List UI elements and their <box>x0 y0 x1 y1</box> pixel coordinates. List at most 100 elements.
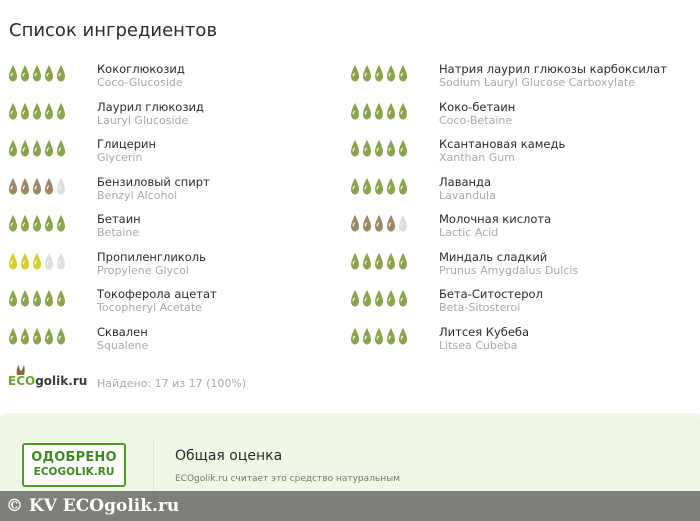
ingredients-column-right: Натрия лаурил глюкозы карбоксилат Sodium … <box>350 62 680 362</box>
drop-icon <box>362 327 372 345</box>
drop-icon <box>8 65 18 82</box>
drop-icon <box>374 65 384 82</box>
drop-icon <box>362 290 372 307</box>
ingredient-item[interactable]: Лаванда Lavandula <box>350 175 680 213</box>
drop-icon <box>350 290 360 307</box>
drop-icon <box>350 177 360 195</box>
rating-drops <box>350 327 408 345</box>
drop-icon <box>386 290 396 307</box>
drop-icon <box>32 252 42 270</box>
ingredient-name: Молочная кислота <box>439 212 552 226</box>
drop-icon <box>8 177 18 195</box>
page-title: Список ингредиентов <box>9 20 218 41</box>
ingredient-latin-name: Squalene <box>97 338 149 352</box>
drop-icon <box>44 327 54 345</box>
drop-icon <box>20 177 30 195</box>
ingredient-latin-name: Beta-Sitosterol <box>439 301 521 314</box>
ingredient-name: Лаурил глюкозид <box>97 99 204 114</box>
ingredient-item[interactable]: Молочная кислота Lactic Acid <box>350 212 680 250</box>
logo-rest: golik.ru <box>35 374 88 388</box>
ingredient-latin-name: Coco-Betaine <box>439 113 513 127</box>
rating-drops <box>350 140 408 157</box>
rating-drops <box>8 177 66 195</box>
drop-icon <box>32 177 42 195</box>
drop-icon <box>350 252 360 270</box>
drop-icon <box>20 102 30 120</box>
rating-drops <box>8 290 66 307</box>
rating-drops <box>350 290 408 307</box>
rating-drops <box>8 252 66 270</box>
drop-icon <box>56 327 66 345</box>
drop-icon <box>398 102 408 120</box>
ingredient-name: Бета-Ситостерол <box>439 287 543 301</box>
ingredient-latin-name: Lauryl Glucoside <box>97 113 189 127</box>
rating-drops <box>8 215 66 232</box>
ingredient-latin-name: Lactic Acid <box>439 226 499 239</box>
ingredient-item[interactable]: Литсея Кубеба Litsea Cubeba <box>350 325 680 363</box>
logo-wordmark: ECOgolik.ru <box>8 374 87 388</box>
ingredient-item[interactable]: Токоферола ацетат Tocopheryl Acetate <box>8 287 338 325</box>
drop-icon <box>374 102 384 120</box>
rating-drops <box>8 65 66 82</box>
rating-drops <box>350 177 408 195</box>
ecogolik-logo[interactable]: ECOgolik.ru <box>8 364 88 394</box>
ingredient-latin-name: Tocopheryl Acetate <box>97 301 202 314</box>
drop-icon <box>374 177 384 195</box>
ingredient-name: Сквален <box>97 324 148 339</box>
drop-icon <box>362 102 372 120</box>
drop-icon <box>350 215 360 232</box>
ingredient-latin-name: Propylene Glycol <box>97 263 189 277</box>
drop-icon <box>32 290 42 307</box>
ingredient-item[interactable]: Бета-Ситостерол Beta-Sitosterol <box>350 287 680 325</box>
ingredient-item[interactable]: Лаурил глюкозид Lauryl Glucoside <box>8 100 338 138</box>
overall-description: ECOgolik.ru считает это средство натурал… <box>175 474 400 484</box>
drop-icon <box>386 140 396 157</box>
overall-title: Общая оценка <box>175 448 283 464</box>
drop-icon <box>386 327 396 345</box>
drop-icon <box>350 327 360 345</box>
drop-icon <box>44 102 54 120</box>
ingredients-column-left: Кокоглюкозид Coco-Glucoside Лаурил глюкози… <box>8 62 338 362</box>
ingredient-item[interactable]: Кокоглюкозид Coco-Glucoside <box>8 62 338 100</box>
drop-icon <box>56 177 66 195</box>
ingredient-item[interactable]: Пропиленгликоль Propylene Glycol <box>8 250 338 288</box>
ingredient-item[interactable]: Миндаль сладкий Prunus Amygdalus Dulcis <box>350 250 680 288</box>
drop-icon <box>8 215 18 232</box>
drop-icon <box>56 140 66 157</box>
ingredient-item[interactable]: Сквален Squalene <box>8 325 338 363</box>
drop-icon <box>8 327 18 345</box>
ingredient-latin-name: Litsea Cubeba <box>439 338 518 352</box>
drop-icon <box>32 215 42 232</box>
drop-icon <box>32 65 42 82</box>
ingredient-name: Коко-бетаин <box>439 99 516 114</box>
ingredient-item[interactable]: Коко-бетаин Coco-Betaine <box>350 100 680 138</box>
drop-icon <box>374 252 384 270</box>
drop-icon <box>350 102 360 120</box>
ingredient-latin-name: Coco-Glucoside <box>97 76 183 89</box>
ingredient-name: Кокоглюкозид <box>97 62 185 76</box>
ingredient-item[interactable]: Бензиловый спирт Benzyl Alcohol <box>8 175 338 213</box>
drop-icon <box>56 102 66 120</box>
drop-icon <box>8 140 18 157</box>
found-count: Найдено: 17 из 17 (100%) <box>97 377 247 390</box>
drop-icon <box>362 177 372 195</box>
drop-icon <box>398 65 408 82</box>
drop-icon <box>8 102 18 120</box>
ingredient-item[interactable]: Глицерин Glycerin <box>8 137 338 175</box>
drop-icon <box>56 252 66 270</box>
drop-icon <box>44 290 54 307</box>
rating-drops <box>350 65 408 82</box>
drop-icon <box>398 177 408 195</box>
ingredient-name: Лаванда <box>439 174 492 189</box>
ingredient-latin-name: Sodium Lauryl Glucose Carboxylate <box>439 76 635 89</box>
ingredient-latin-name: Prunus Amygdalus Dulcis <box>439 263 579 277</box>
ingredient-item[interactable]: Ксантановая камедь Xanthan Gum <box>350 137 680 175</box>
ingredient-latin-name: Xanthan Gum <box>439 151 515 164</box>
ingredient-name: Миндаль сладкий <box>439 249 548 264</box>
ingredient-item[interactable]: Натрия лаурил глюкозы карбоксилат Sodium … <box>350 62 680 100</box>
ingredient-item[interactable]: Бетаин Betaine <box>8 212 338 250</box>
drop-icon <box>362 140 372 157</box>
ingredient-latin-name: Lavandula <box>439 188 496 202</box>
drop-icon <box>44 65 54 82</box>
drop-icon <box>44 252 54 270</box>
